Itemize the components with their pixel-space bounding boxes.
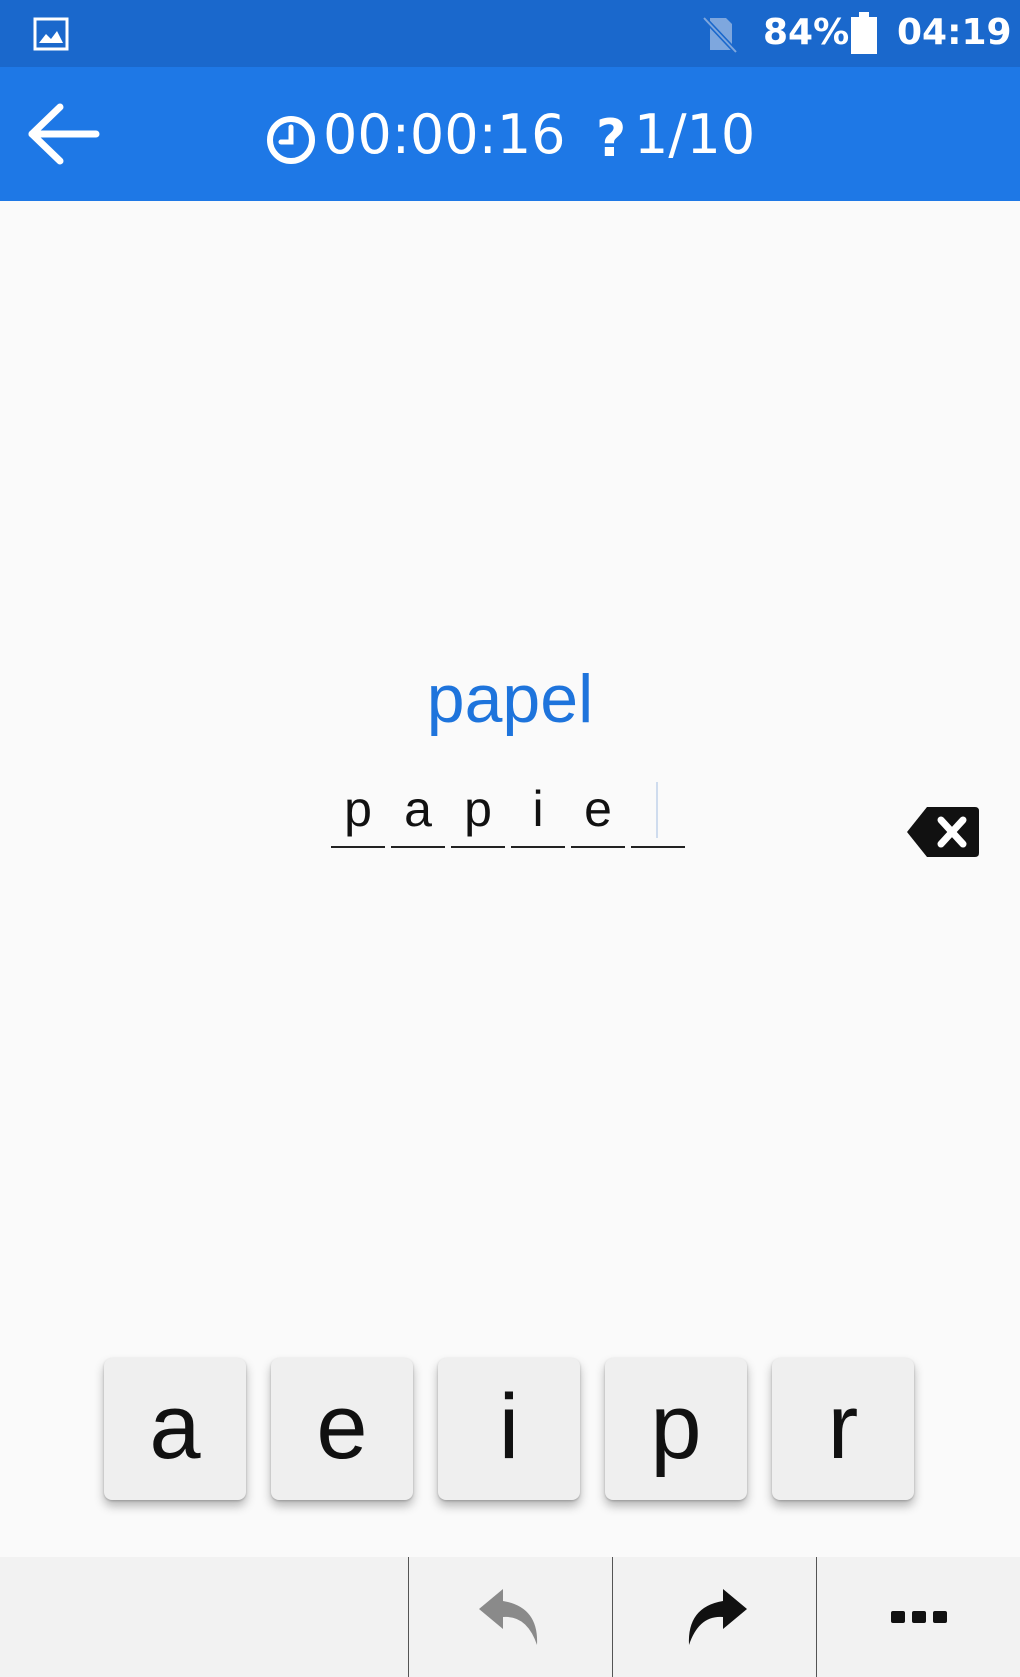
screen: 84% 04:19 00:00:16 ? 1/10 papel p a p i … [0,0,1020,1677]
bottom-toolbar [0,1557,1020,1677]
letter-keys: a e i p r [104,1358,914,1500]
status-time: 04:19 [897,12,1012,53]
answer-slot-6[interactable] [631,778,685,848]
gallery-icon [33,17,69,51]
more-options-button[interactable] [817,1557,1020,1677]
redo-button[interactable] [613,1557,816,1677]
key-a[interactable]: a [104,1358,246,1500]
arrow-left-icon [28,103,100,165]
undo-button[interactable] [409,1557,612,1677]
no-sim-icon [702,16,738,54]
answer-slot-4: i [511,778,565,848]
answer-slot-3: p [451,778,505,848]
clock-icon [267,116,315,164]
delete-letter-button[interactable] [905,805,981,859]
app-bar: 00:00:16 ? 1/10 [0,67,1020,201]
question-mark-icon: ? [596,109,627,169]
key-r[interactable]: r [772,1358,914,1500]
answer-slot-5: e [571,778,625,848]
key-p[interactable]: p [605,1358,747,1500]
undo-icon [478,1589,537,1645]
key-e[interactable]: e [271,1358,413,1500]
question-progress: 1/10 [634,103,756,166]
more-horizontal-icon [890,1611,947,1623]
prompt-word: papel [426,661,594,737]
status-bar: 84% 04:19 [0,0,1020,67]
battery-icon [851,12,877,54]
battery-percent: 84% [763,12,850,53]
back-button[interactable] [22,95,106,173]
key-i[interactable]: i [438,1358,580,1500]
elapsed-timer: 00:00:16 [323,103,566,166]
answer-slots: p a p i e [331,778,685,848]
backspace-icon [907,807,979,857]
answer-slot-2: a [391,778,445,848]
answer-slot-1: p [331,778,385,848]
redo-icon [688,1589,747,1645]
